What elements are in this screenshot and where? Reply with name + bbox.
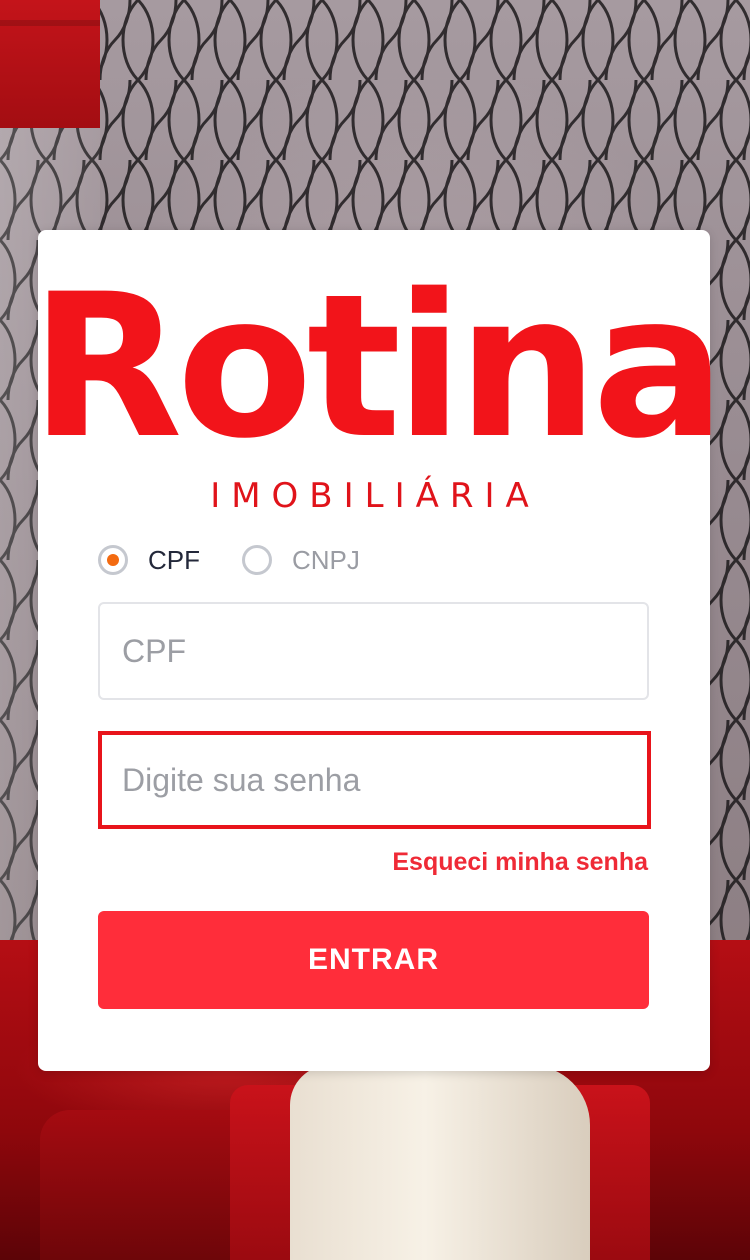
radio-cpf-selected-icon[interactable]	[98, 545, 128, 575]
sofa-cushion	[40, 1110, 260, 1260]
radio-cpf-label: CPF	[148, 544, 200, 575]
radio-cpf[interactable]: CPF	[98, 545, 200, 576]
login-submit-button[interactable]: ENTRAR	[98, 911, 649, 1009]
radio-cnpj-label: CNPJ	[292, 544, 360, 575]
password-input[interactable]	[98, 731, 651, 829]
cpf-input[interactable]	[98, 602, 649, 700]
radio-cnpj[interactable]: CNPJ	[242, 545, 360, 576]
brand-logo: Rotina	[30, 251, 726, 482]
document-type-selector: CPF CNPJ	[98, 538, 360, 582]
brand-tagline: IMOBILIÁRIA	[210, 476, 540, 516]
forgot-password-link[interactable]: Esqueci minha senha	[392, 848, 648, 877]
red-shelf	[0, 0, 100, 128]
radio-cnpj-unselected-icon[interactable]	[242, 545, 272, 575]
white-blanket	[290, 1065, 590, 1260]
